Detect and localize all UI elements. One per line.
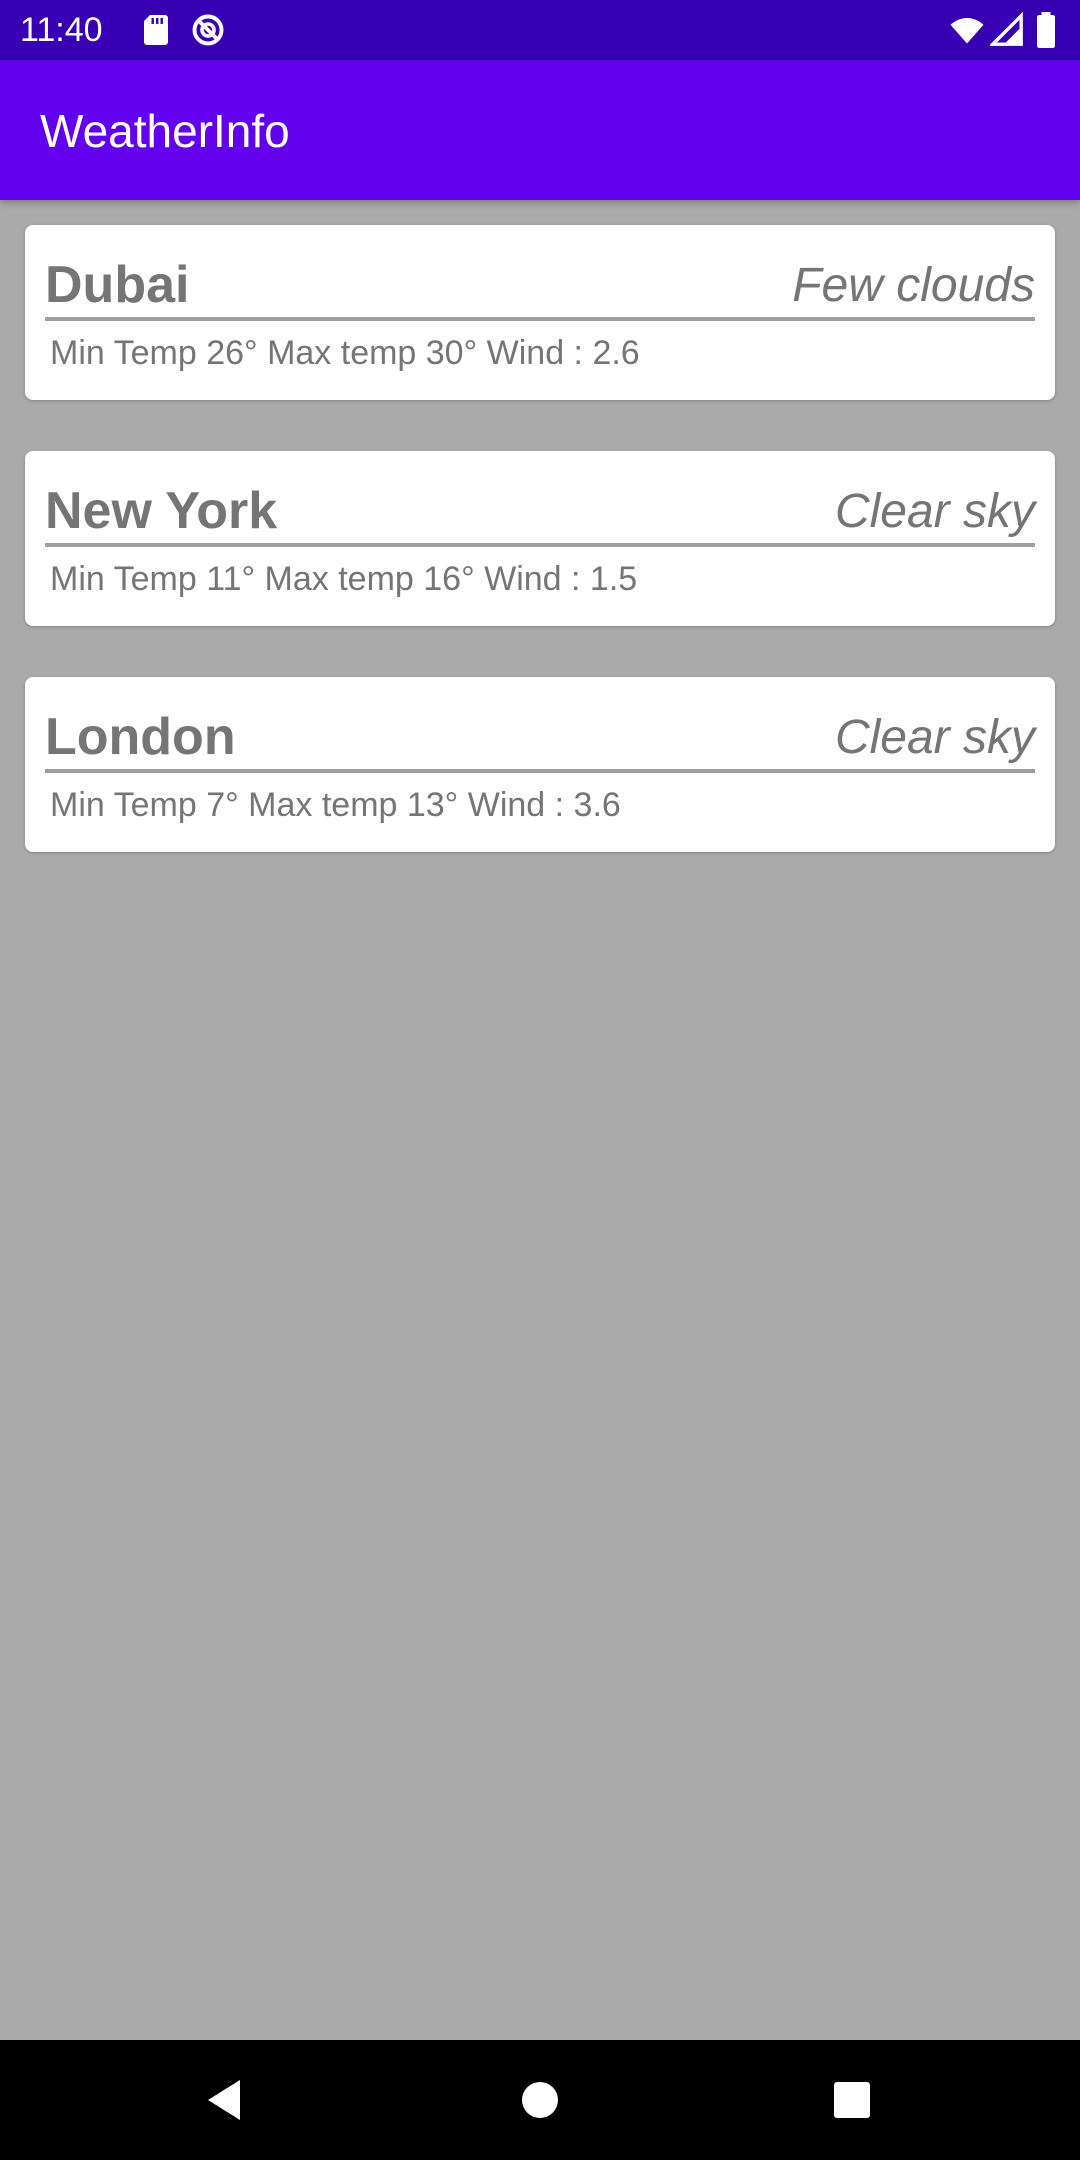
weather-description: Clear sky [834, 711, 1035, 764]
home-icon[interactable] [508, 2068, 572, 2132]
sd-card-icon [138, 12, 174, 48]
status-time: 11:40 [20, 11, 103, 49]
city-card-dubai[interactable]: Dubai Few clouds Min Temp 26° Max temp 3… [25, 225, 1055, 400]
divider [45, 317, 1035, 321]
weather-details: Min Temp 7° Max temp 13° Wind : 3.6 [50, 786, 621, 824]
weather-details: Min Temp 11° Max temp 16° Wind : 1.5 [50, 560, 638, 598]
battery-icon [1034, 12, 1058, 48]
back-icon[interactable] [194, 2068, 258, 2132]
recents-icon[interactable] [820, 2068, 884, 2132]
divider [45, 543, 1035, 547]
cell-signal-icon [988, 11, 1026, 48]
app-bar: WeatherInfo [0, 60, 1080, 200]
navigation-bar [0, 2040, 1080, 2160]
city-card-london[interactable]: London Clear sky Min Temp 7° Max temp 13… [25, 677, 1055, 852]
status-bar: 11:40 [0, 0, 1080, 60]
sync-icon [190, 12, 226, 48]
city-name: London [45, 708, 236, 766]
app-title: WeatherInfo [40, 105, 290, 157]
weather-description: Clear sky [834, 485, 1035, 538]
city-list: Dubai Few clouds Min Temp 26° Max temp 3… [25, 225, 1055, 903]
weather-description: Few clouds [792, 259, 1035, 312]
city-name: Dubai [45, 256, 190, 314]
city-card-new-york[interactable]: New York Clear sky Min Temp 11° Max temp… [25, 451, 1055, 626]
weather-details: Min Temp 26° Max temp 30° Wind : 2.6 [50, 334, 640, 372]
divider [45, 769, 1035, 773]
city-name: New York [45, 482, 278, 540]
wifi-icon [948, 12, 984, 48]
